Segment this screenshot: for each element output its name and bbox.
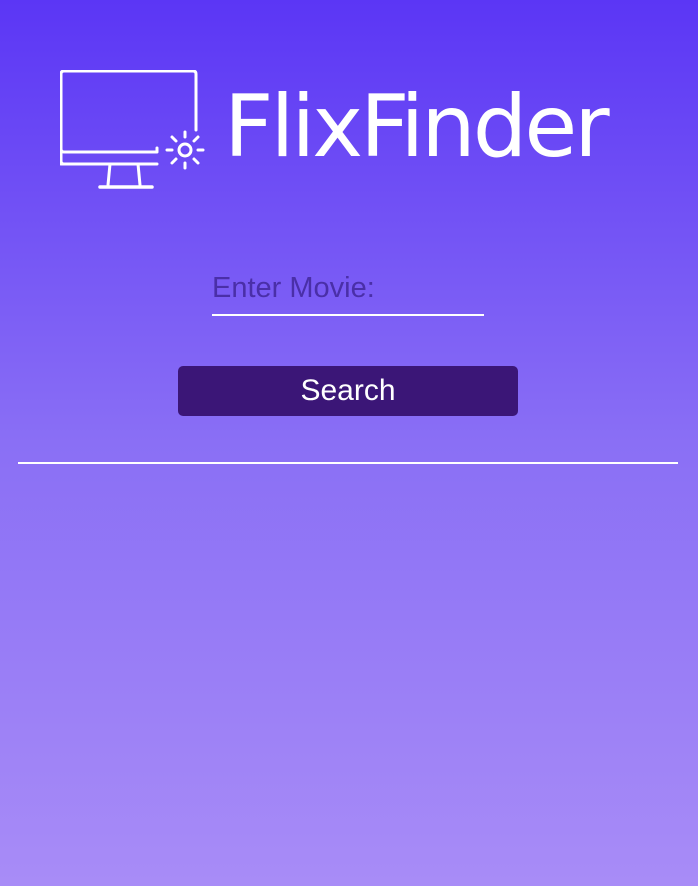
brand-name: FlixFinder xyxy=(224,77,610,177)
monitor-with-sparkle-icon xyxy=(60,70,205,189)
divider xyxy=(18,462,678,464)
search-button[interactable]: Search xyxy=(178,366,518,416)
logo: FlixFinder xyxy=(60,70,640,195)
results-area xyxy=(18,480,678,860)
movie-search-input[interactable] xyxy=(212,262,484,316)
